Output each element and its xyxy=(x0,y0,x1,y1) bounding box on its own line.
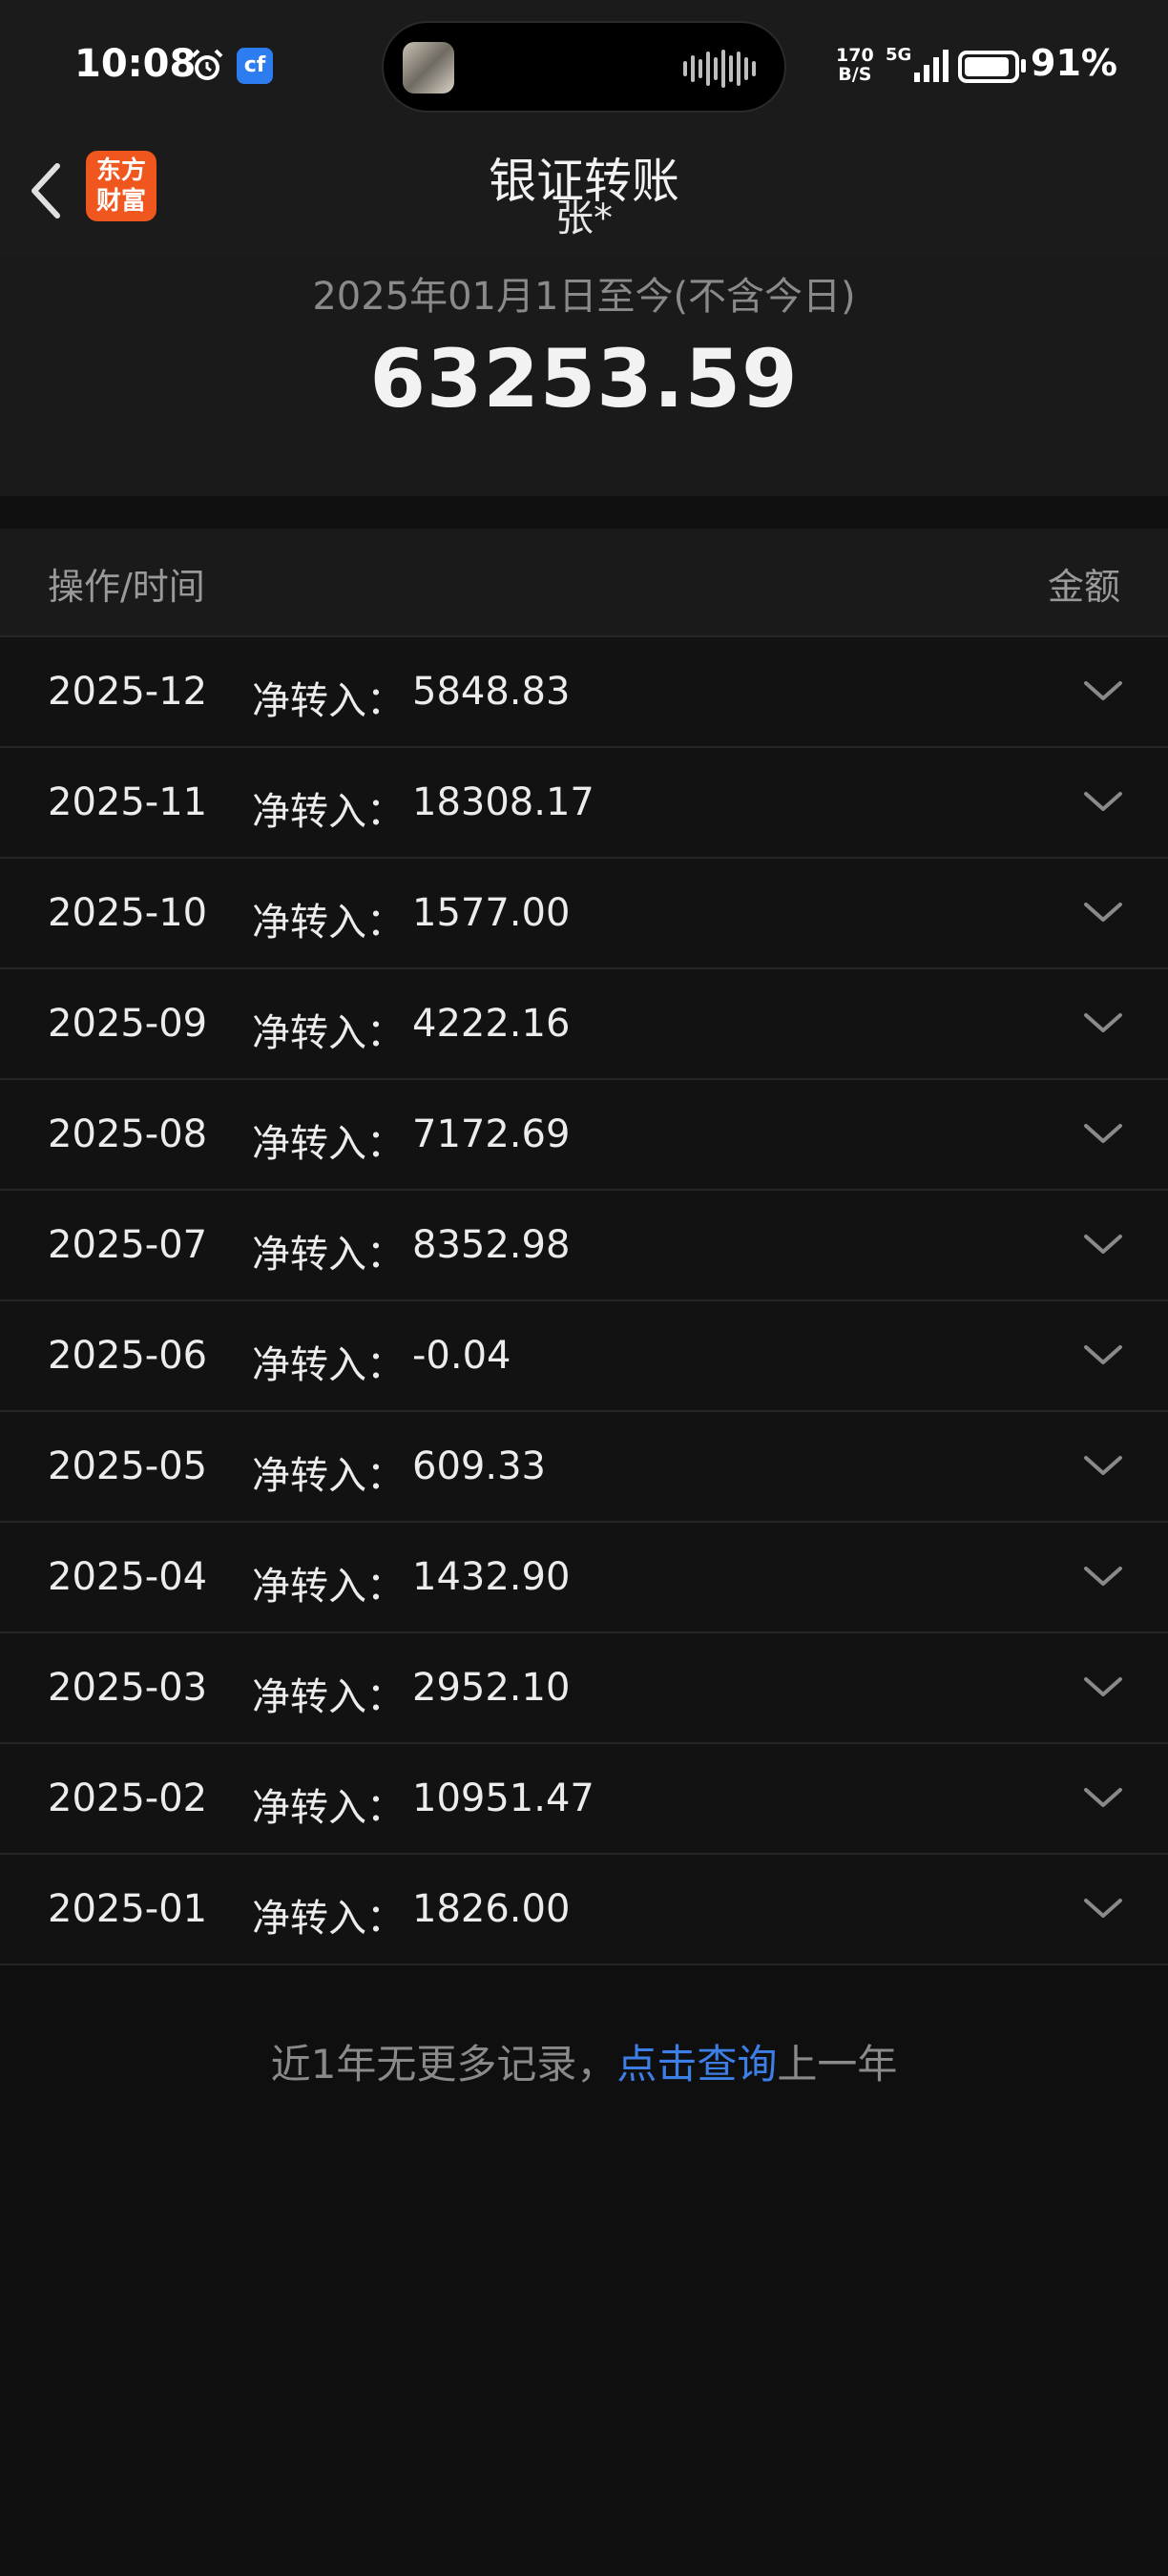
dynamic-island[interactable] xyxy=(382,21,786,113)
row-label: 净转入： xyxy=(252,790,405,834)
row-month: 2025-05 xyxy=(48,1444,208,1488)
audio-waveform-icon xyxy=(683,50,756,88)
row-amount: 8352.98 xyxy=(412,1223,571,1267)
row-month: 2025-10 xyxy=(48,891,208,935)
nav-header: 东方 财富 银证转账 张* xyxy=(0,134,1168,256)
row-amount: 10951.47 xyxy=(412,1776,594,1820)
list-item[interactable]: 2025-10 净转入： 1577.00 xyxy=(0,859,1168,969)
chevron-down-icon[interactable] xyxy=(1082,1563,1124,1591)
list-item[interactable]: 2025-05 净转入： 609.33 xyxy=(0,1412,1168,1523)
signal-strength-icon xyxy=(914,50,949,82)
chevron-down-icon[interactable] xyxy=(1082,1120,1124,1149)
row-label: 净转入： xyxy=(252,1897,405,1941)
row-label: 净转入： xyxy=(252,1343,405,1387)
status-bar: 10:08 cf 170 B/S 5G 91% xyxy=(0,0,1168,134)
footer-note: 近1年无更多记录，点击查询上一年 xyxy=(0,2032,1168,2090)
summary-panel: 2025年01月1日至今(不含今日) 63253.59 xyxy=(0,256,1168,496)
row-label: 净转入： xyxy=(252,1233,405,1277)
row-amount: 609.33 xyxy=(412,1444,546,1488)
media-thumbnail xyxy=(403,42,454,93)
list-item[interactable]: 2025-03 净转入： 2952.10 xyxy=(0,1633,1168,1744)
row-label: 净转入： xyxy=(252,1675,405,1719)
transfer-list: 2025-12 净转入： 5848.83 2025-11 净转入： 18308.17 2… xyxy=(0,637,1168,1965)
chevron-down-icon[interactable] xyxy=(1082,1341,1124,1370)
row-amount: 1826.00 xyxy=(412,1887,571,1931)
row-amount: -0.04 xyxy=(412,1334,511,1378)
battery-cap xyxy=(1021,59,1026,73)
row-amount: 7172.69 xyxy=(412,1112,571,1156)
row-month: 2025-04 xyxy=(48,1555,208,1599)
list-item[interactable]: 2025-08 净转入： 7172.69 xyxy=(0,1080,1168,1191)
row-month: 2025-06 xyxy=(48,1334,208,1378)
battery-icon xyxy=(958,51,1019,83)
chevron-down-icon[interactable] xyxy=(1082,1009,1124,1038)
row-month: 2025-03 xyxy=(48,1666,208,1710)
chevron-down-icon[interactable] xyxy=(1082,1673,1124,1702)
chevron-down-icon[interactable] xyxy=(1082,1784,1124,1813)
chevron-down-icon[interactable] xyxy=(1082,899,1124,927)
list-item[interactable]: 2025-04 净转入： 1432.90 xyxy=(0,1523,1168,1633)
row-amount: 5848.83 xyxy=(412,670,571,714)
list-item[interactable]: 2025-12 净转入： 5848.83 xyxy=(0,637,1168,748)
row-label: 净转入： xyxy=(252,679,405,723)
chevron-down-icon[interactable] xyxy=(1082,1231,1124,1259)
total-amount: 63253.59 xyxy=(369,332,799,426)
column-header-operation-time: 操作/时间 xyxy=(48,566,205,608)
battery-percent: 91% xyxy=(1031,42,1117,84)
chevron-down-icon[interactable] xyxy=(1082,677,1124,706)
table-header: 操作/时间 金额 xyxy=(0,529,1168,637)
network-type: 5G xyxy=(886,45,912,65)
list-item[interactable]: 2025-06 净转入： -0.04 xyxy=(0,1301,1168,1412)
row-month: 2025-02 xyxy=(48,1776,208,1820)
row-month: 2025-12 xyxy=(48,670,208,714)
row-month: 2025-11 xyxy=(48,780,208,824)
row-label: 净转入： xyxy=(252,1786,405,1830)
footer-suffix: 上一年 xyxy=(777,2041,898,2088)
row-label: 净转入： xyxy=(252,901,405,945)
row-label: 净转入： xyxy=(252,1122,405,1166)
row-label: 净转入： xyxy=(252,1011,405,1055)
row-label: 净转入： xyxy=(252,1454,405,1498)
list-item[interactable]: 2025-07 净转入： 8352.98 xyxy=(0,1191,1168,1301)
row-month: 2025-09 xyxy=(48,1002,208,1046)
row-month: 2025-01 xyxy=(48,1887,208,1931)
row-amount: 4222.16 xyxy=(412,1002,571,1046)
query-previous-year-link[interactable]: 点击查询 xyxy=(616,2041,777,2088)
row-amount: 1577.00 xyxy=(412,891,571,935)
list-item[interactable]: 2025-11 净转入： 18308.17 xyxy=(0,748,1168,859)
row-month: 2025-08 xyxy=(48,1112,208,1156)
alarm-clock-icon xyxy=(191,49,223,80)
row-amount: 2952.10 xyxy=(412,1666,571,1710)
account-name: 张* xyxy=(555,197,613,240)
network-speed: 170 B/S xyxy=(836,45,874,85)
chevron-down-icon[interactable] xyxy=(1082,1895,1124,1923)
period-label: 2025年01月1日至今(不含今日) xyxy=(312,275,856,319)
chevron-down-icon[interactable] xyxy=(1082,788,1124,817)
row-amount: 1432.90 xyxy=(412,1555,571,1599)
row-amount: 18308.17 xyxy=(412,780,594,824)
notification-app-icon: cf xyxy=(237,48,273,84)
status-time: 10:08 xyxy=(74,42,197,86)
row-label: 净转入： xyxy=(252,1565,405,1609)
list-item[interactable]: 2025-02 净转入： 10951.47 xyxy=(0,1744,1168,1855)
list-item[interactable]: 2025-09 净转入： 4222.16 xyxy=(0,969,1168,1080)
column-header-amount: 金额 xyxy=(1047,566,1120,608)
row-month: 2025-07 xyxy=(48,1223,208,1267)
chevron-down-icon[interactable] xyxy=(1082,1452,1124,1481)
battery-level xyxy=(965,57,1009,76)
footer-prefix: 近1年无更多记录， xyxy=(270,2041,617,2088)
list-item[interactable]: 2025-01 净转入： 1826.00 xyxy=(0,1855,1168,1965)
